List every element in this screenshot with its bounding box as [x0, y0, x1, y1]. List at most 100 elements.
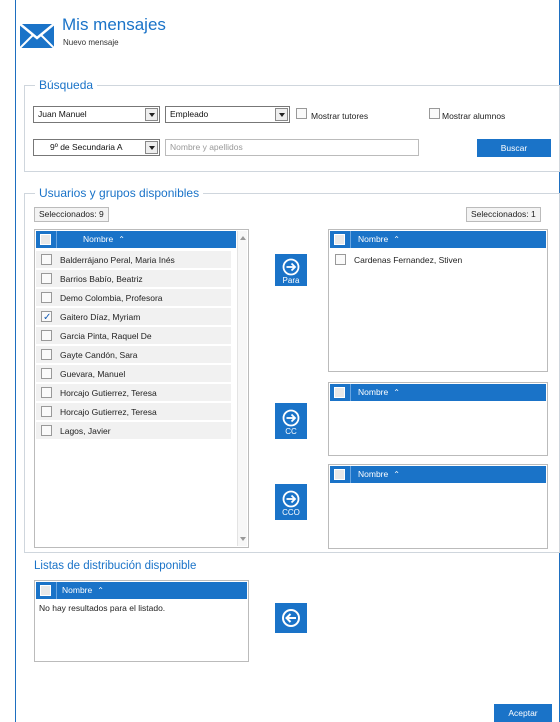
distribution-list[interactable]: Nombre ⌃ No hay resultados para el listad…: [34, 580, 249, 662]
scroll-down-icon[interactable]: [240, 537, 246, 541]
row-name: Horcajo Gutierrez, Teresa: [60, 388, 157, 398]
arrow-right-circle-icon: [282, 409, 300, 427]
user-select[interactable]: Juan Manuel: [33, 106, 160, 123]
add-bcc-label: CCO: [282, 508, 300, 517]
page-title: Mis mensajes: [62, 15, 166, 34]
sort-up-icon: ⌃: [97, 586, 104, 595]
distribution-empty-message: No hay resultados para el listado.: [39, 603, 166, 613]
row-checkbox[interactable]: [41, 273, 52, 284]
to-name-column-label: Nombre: [358, 234, 389, 244]
search-legend: Búsqueda: [35, 77, 98, 93]
cc-name-column-header[interactable]: Nombre ⌃: [358, 384, 400, 401]
row-checkbox[interactable]: [41, 368, 52, 379]
to-recipients-header: Nombre ⌃: [330, 231, 546, 248]
name-search-input[interactable]: Nombre y apellidos: [165, 139, 419, 156]
add-bcc-button[interactable]: CCO: [275, 484, 307, 520]
row-checkbox[interactable]: [41, 406, 52, 417]
row-checkbox[interactable]: [41, 254, 52, 265]
select-all-checkbox[interactable]: [40, 234, 51, 245]
list-item[interactable]: Horcajo Gutierrez, Teresa: [36, 384, 231, 402]
search-button[interactable]: Buscar: [477, 139, 551, 157]
sort-up-icon: ⌃: [393, 235, 400, 244]
chevron-down-icon: [275, 108, 288, 121]
add-to-label: Para: [282, 276, 300, 285]
arrow-right-circle-icon: [282, 258, 300, 276]
page-subtitle: Nuevo mensaje: [63, 38, 119, 47]
header-separator: [56, 582, 57, 599]
row-checkbox[interactable]: [41, 425, 52, 436]
user-select-value: Juan Manuel: [38, 109, 87, 119]
list-item[interactable]: Garcia Pinta, Raquel De: [36, 327, 231, 345]
show-students-checkbox[interactable]: [429, 108, 440, 119]
row-checkbox[interactable]: [41, 387, 52, 398]
row-name: Gayte Candón, Sara: [60, 350, 138, 360]
name-column-label: Nombre: [83, 234, 114, 244]
group-select-value: 9º de Secundaria A: [50, 142, 123, 152]
to-select-all-checkbox[interactable]: [334, 234, 345, 245]
row-checkbox[interactable]: [41, 349, 52, 360]
scroll-up-icon[interactable]: [240, 236, 246, 240]
bcc-recipients-header: Nombre ⌃: [330, 466, 546, 483]
list-item[interactable]: Balderrájano Peral, Maria Inés: [36, 251, 231, 269]
distribution-name-column-header[interactable]: Nombre ⌃: [62, 582, 104, 599]
header-separator: [350, 384, 351, 401]
accept-button[interactable]: Aceptar: [494, 704, 552, 722]
list-item[interactable]: Gayte Candón, Sara: [36, 346, 231, 364]
add-cc-button[interactable]: CC: [275, 403, 307, 439]
bcc-name-column-label: Nombre: [358, 469, 389, 479]
bcc-select-all-checkbox[interactable]: [334, 469, 345, 480]
list-item[interactable]: Cardenas Fernandez, Stiven: [330, 251, 546, 269]
list-item[interactable]: Horcajo Gutierrez, Teresa: [36, 403, 231, 421]
row-name: Demo Colombia, Profesora: [60, 293, 163, 303]
sort-up-icon: ⌃: [393, 388, 400, 397]
row-name: Cardenas Fernandez, Stiven: [354, 255, 463, 265]
envelope-icon: [20, 24, 54, 48]
distribution-name-column-label: Nombre: [62, 585, 93, 595]
row-checkbox[interactable]: [41, 330, 52, 341]
role-select-value: Empleado: [170, 109, 209, 119]
cc-select-all-checkbox[interactable]: [334, 387, 345, 398]
chevron-down-icon: [145, 108, 158, 121]
row-checkbox[interactable]: [335, 254, 346, 265]
group-select[interactable]: 9º de Secundaria A: [33, 139, 160, 156]
row-checkbox[interactable]: [41, 292, 52, 303]
available-users-list[interactable]: Nombre ⌃ Balderrájano Peral, Maria Inés Ba…: [34, 229, 249, 548]
row-name: Balderrájano Peral, Maria Inés: [60, 255, 175, 265]
available-users-scrollbar[interactable]: [237, 231, 247, 546]
row-name: Garcia Pinta, Raquel De: [60, 331, 152, 341]
list-item[interactable]: Lagos, Javier: [36, 422, 231, 440]
distribution-select-all-checkbox[interactable]: [40, 585, 51, 596]
list-item[interactable]: Guevara, Manuel: [36, 365, 231, 383]
header-separator: [56, 231, 57, 248]
add-cc-label: CC: [285, 427, 297, 436]
selected-count-left: Seleccionados: 9: [34, 207, 109, 222]
to-recipients-list[interactable]: Nombre ⌃ Cardenas Fernandez, Stiven: [328, 229, 548, 372]
arrow-right-circle-icon: [282, 490, 300, 508]
row-name: Horcajo Gutierrez, Teresa: [60, 407, 157, 417]
row-checkbox[interactable]: [41, 309, 52, 327]
bcc-name-column-header[interactable]: Nombre ⌃: [358, 466, 400, 483]
cc-recipients-list[interactable]: Nombre ⌃: [328, 382, 548, 456]
list-item[interactable]: Gaitero Díaz, Myriam: [36, 308, 231, 327]
name-search-placeholder: Nombre y apellidos: [170, 142, 243, 152]
row-name: Gaitero Díaz, Myriam: [60, 312, 141, 322]
sort-up-icon: ⌃: [393, 470, 400, 479]
sort-up-icon: ⌃: [118, 235, 125, 244]
show-tutors-checkbox[interactable]: [296, 108, 307, 119]
role-select[interactable]: Empleado: [165, 106, 290, 123]
bcc-recipients-list[interactable]: Nombre ⌃: [328, 464, 548, 549]
users-legend: Usuarios y grupos disponibles: [35, 185, 204, 201]
chevron-down-icon: [145, 141, 158, 154]
header-separator: [350, 231, 351, 248]
list-item[interactable]: Barrios Babío, Beatriz: [36, 270, 231, 288]
distribution-title: Listas de distribución disponible: [34, 560, 197, 572]
name-column-header[interactable]: Nombre ⌃: [83, 231, 125, 248]
row-name: Barrios Babío, Beatriz: [60, 274, 143, 284]
selected-count-right: Seleccionados: 1: [466, 207, 541, 222]
remove-button[interactable]: [275, 603, 307, 633]
available-users-header: Nombre ⌃: [36, 231, 236, 248]
add-to-button[interactable]: Para: [275, 254, 307, 286]
search-fieldset: Búsqueda: [24, 77, 560, 172]
to-name-column-header[interactable]: Nombre ⌃: [358, 231, 400, 248]
list-item[interactable]: Demo Colombia, Profesora: [36, 289, 231, 307]
